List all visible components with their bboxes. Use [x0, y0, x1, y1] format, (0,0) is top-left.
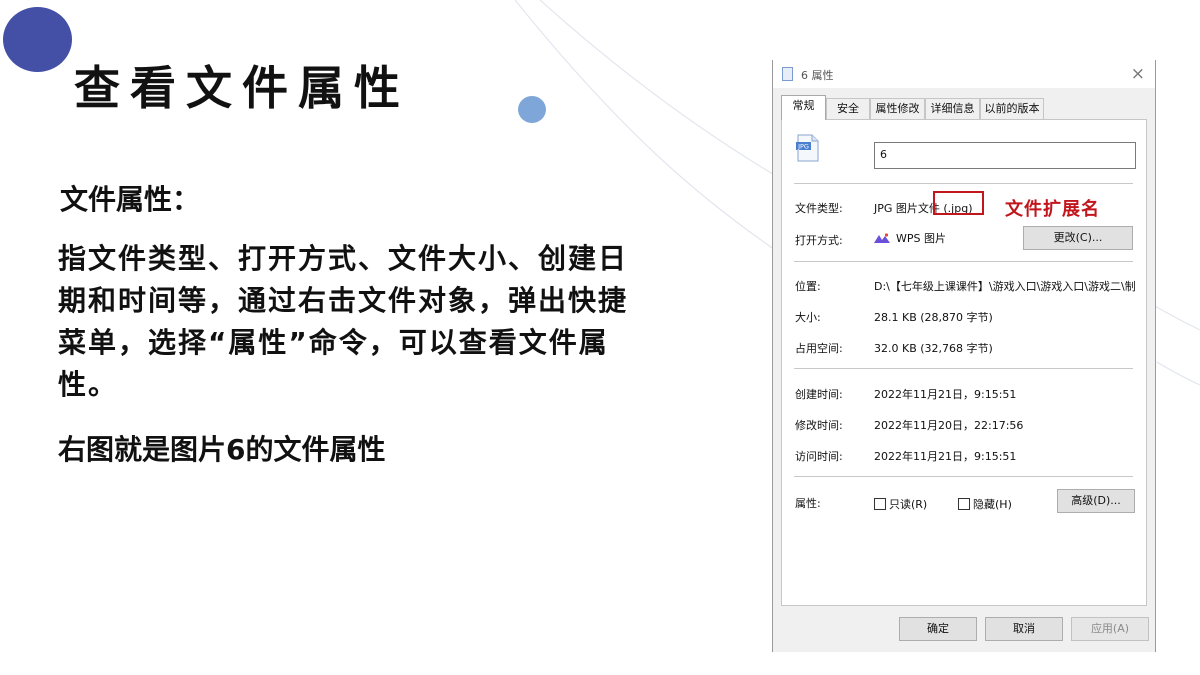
jpg-file-icon: JPG	[796, 134, 819, 162]
size-value: 28.1 KB (28,870 字节)	[874, 311, 993, 324]
open-with-label: 打开方式:	[795, 234, 843, 247]
hidden-checkbox[interactable]: 隐藏(H)	[958, 496, 1012, 512]
accessed-label: 访问时间:	[795, 450, 843, 463]
separator	[794, 183, 1133, 184]
accessed-value: 2022年11月21日，9:15:51	[874, 450, 1017, 463]
hidden-label: 隐藏(H)	[973, 498, 1012, 511]
close-icon[interactable]: ×	[1131, 64, 1145, 84]
separator	[794, 261, 1133, 262]
tab-details[interactable]: 详细信息	[925, 98, 980, 119]
subheading: 文件属性：	[60, 183, 201, 216]
extension-annotation: 文件扩展名	[1005, 199, 1100, 220]
ok-button[interactable]: 确定	[899, 617, 977, 641]
checkbox-box[interactable]	[958, 498, 970, 510]
decorative-circle-large	[3, 7, 72, 72]
open-with-value: WPS 图片	[896, 232, 946, 245]
decorative-circle-small	[518, 96, 546, 123]
created-label: 创建时间:	[795, 388, 843, 401]
open-with-app: WPS 图片	[874, 230, 946, 246]
separator	[794, 476, 1133, 477]
apply-button[interactable]: 应用(A)	[1071, 617, 1149, 641]
change-button[interactable]: 更改(C)...	[1023, 226, 1133, 250]
file-icon-label: JPG	[797, 143, 809, 151]
created-value: 2022年11月21日，9:15:51	[874, 388, 1017, 401]
tab-security[interactable]: 安全	[826, 98, 870, 119]
modified-label: 修改时间:	[795, 419, 843, 432]
location-label: 位置:	[795, 280, 821, 293]
tab-general[interactable]: 常规	[781, 95, 826, 120]
tab-attribute-modify[interactable]: 属性修改	[870, 98, 925, 119]
dialog-titlebar: 6 属性 ×	[773, 60, 1155, 88]
file-type-label: 文件类型:	[795, 202, 843, 215]
modified-value: 2022年11月20日，22:17:56	[874, 419, 1024, 432]
location-value: D:\【七年级上课课件】\游戏入口\游戏入口\游戏二\制	[874, 280, 1136, 293]
attributes-label: 属性:	[795, 497, 821, 510]
tab-previous-versions[interactable]: 以前的版本	[980, 98, 1044, 119]
file-name-input[interactable]: 6	[874, 142, 1136, 169]
readonly-label: 只读(R)	[889, 498, 928, 511]
file-small-icon	[782, 67, 793, 81]
size-label: 大小:	[795, 311, 821, 324]
cancel-button[interactable]: 取消	[985, 617, 1063, 641]
body-paragraph: 指文件类型、打开方式、文件大小、创建日期和时间等，通过右击文件对象，弹出快捷菜单…	[58, 242, 629, 401]
dialog-title: 6 属性	[801, 69, 834, 82]
size-on-disk-value: 32.0 KB (32,768 字节)	[874, 342, 993, 355]
wps-picture-icon	[874, 233, 890, 243]
advanced-button[interactable]: 高级(D)...	[1057, 489, 1135, 513]
figure-note: 右图就是图片6的文件属性	[58, 433, 386, 466]
checkbox-box[interactable]	[874, 498, 886, 510]
slide-title: 查看文件属性	[74, 61, 410, 115]
separator	[794, 368, 1133, 369]
properties-dialog: 6 属性 × 常规 安全 属性修改 详细信息 以前的版本 JPG 6 文件类型:…	[772, 60, 1156, 652]
size-on-disk-label: 占用空间:	[795, 342, 843, 355]
extension-highlight-box	[933, 191, 984, 215]
readonly-checkbox[interactable]: 只读(R)	[874, 496, 927, 512]
